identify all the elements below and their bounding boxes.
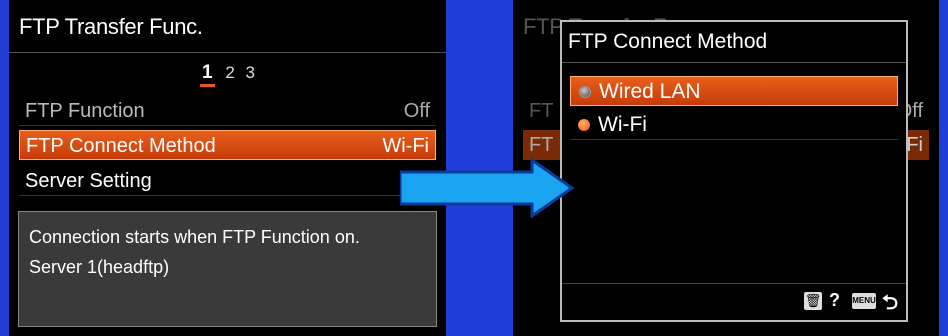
connect-method-dialog: FTP Connect Method Wired LAN Wi-Fi 🗑 ? M…	[560, 20, 908, 322]
menu-item-value: Off	[403, 100, 430, 122]
option-label: Wired LAN	[599, 80, 701, 103]
left-screen: FTP Transfer Func. 1 2 3 FTP Function Of…	[9, 0, 446, 336]
back-icon[interactable]: ⮌	[882, 288, 898, 322]
option-wi-fi[interactable]: Wi-Fi	[570, 110, 898, 140]
dialog-footer: 🗑 ? MENU ⮌	[562, 283, 906, 320]
page-indicator: 1 2 3	[9, 62, 446, 87]
help-icon[interactable]: ?	[829, 290, 840, 311]
screen-title: FTP Transfer Func.	[19, 14, 203, 39]
menu-item-label: FTP Connect Method	[26, 135, 216, 157]
page-1[interactable]: 1	[200, 62, 215, 87]
radio-selected-icon	[578, 119, 590, 131]
menu-item-label: Server Setting	[25, 170, 152, 192]
menu-item-ftp-connect-method[interactable]: FTP Connect Method Wi-Fi	[19, 130, 436, 160]
page-3[interactable]: 3	[246, 63, 255, 83]
option-label: Wi-Fi	[598, 113, 647, 136]
dialog-title: FTP Connect Method	[568, 30, 768, 53]
menu-item-server-setting[interactable]: Server Setting	[19, 166, 436, 196]
title-divider	[9, 52, 446, 53]
right-arrow-icon	[400, 158, 575, 218]
menu-icon[interactable]: MENU	[852, 293, 876, 309]
trash-icon[interactable]: 🗑	[804, 292, 822, 310]
description-line: Connection starts when FTP Function on.	[29, 227, 360, 247]
radio-unselected-icon	[579, 86, 591, 98]
option-wired-lan[interactable]: Wired LAN	[570, 76, 898, 106]
menu-item-label: FTP Function	[25, 100, 145, 122]
page-2[interactable]: 2	[225, 63, 234, 83]
menu-item-ftp-function[interactable]: FTP Function Off	[19, 96, 436, 126]
description-line: Server 1(headftp)	[29, 257, 170, 277]
description-panel: Connection starts when FTP Function on. …	[18, 211, 437, 327]
menu-item-value: Wi-Fi	[382, 135, 429, 157]
dialog-divider	[562, 62, 906, 63]
